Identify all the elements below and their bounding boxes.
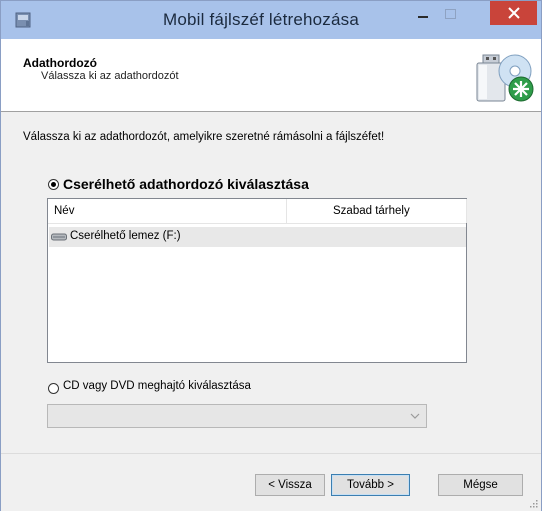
minimize-icon <box>418 15 428 18</box>
intro-text: Válassza ki az adathordozót, amelyikre s… <box>23 131 385 143</box>
chevron-down-icon <box>410 413 420 419</box>
wizard-window: Mobil fájlszéf létrehozása Adathordozó V… <box>0 0 542 511</box>
resize-grip-icon[interactable] <box>528 498 538 508</box>
list-item-name: Cserélhető lemez (F:) <box>70 230 181 242</box>
column-header-free-space[interactable]: Szabad tárhely <box>287 199 466 223</box>
cd-dvd-dropdown[interactable] <box>47 404 427 428</box>
cancel-button[interactable]: Mégse <box>438 474 523 496</box>
cd-dvd-radio-label[interactable]: CD vagy DVD meghajtó kiválasztása <box>63 380 251 392</box>
removable-radio-label[interactable]: Cserélhető adathordozó kiválasztása <box>63 176 309 192</box>
drive-list[interactable]: Név Szabad tárhely Cserélhető lemez (F:) <box>47 198 467 363</box>
removable-radio[interactable] <box>48 179 59 190</box>
back-button[interactable]: < Vissza <box>255 474 325 496</box>
title-bar: Mobil fájlszéf létrehozása <box>1 1 541 39</box>
header-title: Adathordozó <box>23 56 97 70</box>
column-header-name[interactable]: Név <box>48 199 287 223</box>
header-subtitle: Válassza ki az adathordozót <box>41 70 179 82</box>
close-button[interactable] <box>490 1 537 25</box>
cd-dvd-radio[interactable] <box>48 383 59 394</box>
removable-drive-icon <box>51 233 67 241</box>
next-button[interactable]: Tovább > <box>331 474 410 496</box>
usb-disc-add-icon <box>476 54 534 102</box>
list-item[interactable]: Cserélhető lemez (F:) <box>49 227 466 247</box>
close-icon <box>507 7 520 19</box>
maximize-icon <box>444 8 456 19</box>
list-header: Név Szabad tárhely <box>48 199 467 224</box>
column-divider <box>466 199 467 223</box>
wizard-footer: < Vissza Tovább > Mégse <box>1 453 541 511</box>
maximize-button[interactable] <box>437 2 463 25</box>
wizard-header: Adathordozó Válassza ki az adathordozót <box>1 39 541 112</box>
minimize-button[interactable] <box>410 2 436 25</box>
wizard-body: Válassza ki az adathordozót, amelyikre s… <box>1 112 541 452</box>
